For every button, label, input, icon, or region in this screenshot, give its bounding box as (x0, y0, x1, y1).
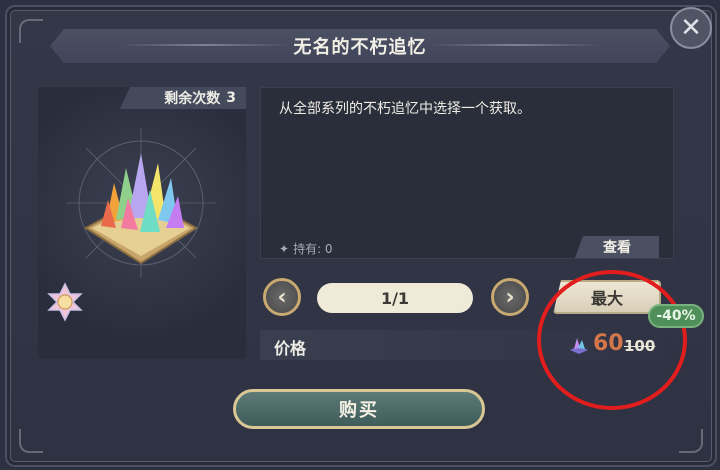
chevron-right-icon: › (505, 284, 515, 310)
remaining-value: 3 (226, 90, 236, 106)
quantity-display: 1/1 (317, 283, 473, 313)
title-ornament (430, 44, 600, 46)
corner-ornament (19, 429, 43, 453)
close-icon: ✕ (680, 13, 702, 43)
view-button[interactable]: 查看 (575, 236, 659, 258)
corner-ornament (19, 19, 43, 43)
sparkle-icon: ✦ (279, 241, 290, 256)
highlight-annotation (537, 270, 687, 410)
increase-button[interactable]: › (491, 278, 529, 316)
remaining-label: 剩余次数 (164, 91, 221, 107)
decrease-button[interactable]: ‹ (263, 278, 301, 316)
chevron-left-icon: ‹ (277, 284, 287, 310)
title-ornament (120, 44, 290, 46)
owned-label: 持有: 0 (293, 242, 333, 256)
price-label: 价格 (274, 339, 307, 358)
buy-button[interactable]: 购买 (233, 389, 485, 429)
dialog-title: 无名的不朽追忆 (293, 37, 427, 58)
discount-badge: -40% (648, 304, 704, 328)
remaining-count-tab: 剩余次数 3 (120, 87, 246, 109)
close-button[interactable]: ✕ (670, 7, 712, 49)
title-bar: 无名的不朽追忆 (50, 29, 670, 63)
crystal-chest-icon (66, 128, 216, 278)
corner-ornament (679, 429, 703, 453)
item-description: 从全部系列的不朽追忆中选择一个获取。 (279, 101, 531, 117)
description-panel: 从全部系列的不朽追忆中选择一个获取。 ✦ 持有: 0 查看 (260, 87, 674, 259)
rarity-badge-icon (47, 282, 83, 322)
owned-count: ✦ 持有: 0 (279, 240, 333, 257)
